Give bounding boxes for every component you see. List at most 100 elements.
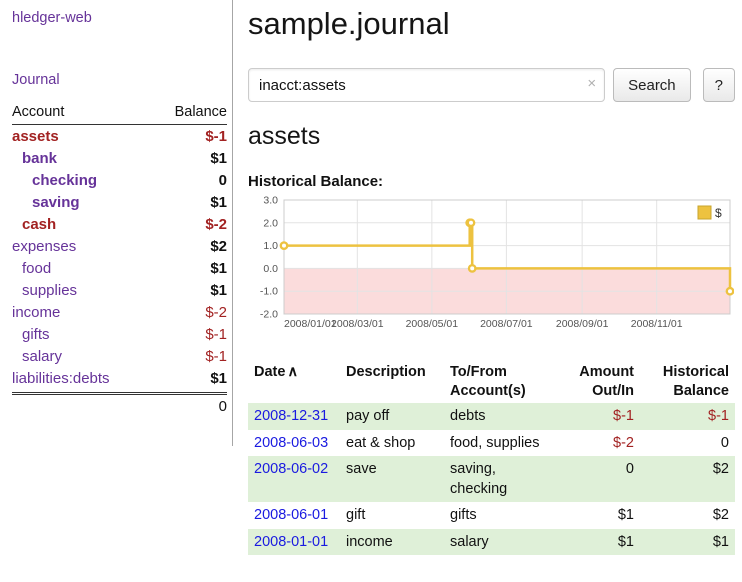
register-row: 2008-06-01giftgifts$1$2 bbox=[248, 502, 735, 528]
transaction-date-link[interactable]: 2008-01-01 bbox=[254, 534, 328, 550]
account-row: expenses$2 bbox=[12, 235, 227, 257]
account-heading: assets bbox=[248, 122, 735, 151]
svg-text:2008/09/01: 2008/09/01 bbox=[556, 318, 609, 330]
register-header-description: Description bbox=[340, 361, 444, 403]
svg-text:-2.0: -2.0 bbox=[260, 309, 278, 321]
account-link[interactable]: bank bbox=[12, 150, 210, 167]
data-point bbox=[468, 220, 474, 226]
transaction-description: income bbox=[340, 529, 444, 555]
account-balance: $1 bbox=[210, 282, 227, 299]
account-link[interactable]: income bbox=[12, 304, 205, 321]
account-balance: $-2 bbox=[205, 216, 227, 233]
account-balance: $1 bbox=[210, 194, 227, 211]
data-point bbox=[727, 288, 733, 294]
page-title: sample.journal bbox=[248, 6, 735, 42]
svg-text:0.0: 0.0 bbox=[263, 263, 278, 275]
transaction-date-link[interactable]: 2008-06-01 bbox=[254, 507, 328, 523]
accounts-total-row: 0 bbox=[12, 392, 227, 415]
register-header-amount: Amount Out/In bbox=[558, 361, 640, 403]
svg-text:2008/03/01: 2008/03/01 bbox=[331, 318, 384, 330]
transaction-date-cell: 2008-06-02 bbox=[248, 456, 340, 503]
transaction-date-cell: 2008-12-31 bbox=[248, 403, 340, 429]
transaction-accounts: food, supplies bbox=[444, 430, 558, 456]
account-link[interactable]: checking bbox=[12, 172, 219, 189]
account-row: bank$1 bbox=[12, 147, 227, 169]
svg-text:2008/05/01: 2008/05/01 bbox=[406, 318, 459, 330]
transaction-amount: $1 bbox=[558, 502, 640, 528]
transaction-accounts: salary bbox=[444, 529, 558, 555]
account-row: salary$-1 bbox=[12, 345, 227, 367]
transaction-balance: 0 bbox=[640, 430, 735, 456]
account-balance: 0 bbox=[219, 172, 227, 189]
account-link[interactable]: cash bbox=[12, 216, 205, 233]
svg-text:2008/11/01: 2008/11/01 bbox=[631, 318, 683, 330]
transaction-description: pay off bbox=[340, 403, 444, 429]
accounts-rows: assets$-1bank$1checking0saving$1cash$-2e… bbox=[12, 125, 227, 389]
y-axis-labels: 3.02.01.00.0-1.0-2.0 bbox=[260, 196, 278, 321]
transaction-date-cell: 2008-06-01 bbox=[248, 502, 340, 528]
transaction-balance: $2 bbox=[640, 456, 735, 503]
chart-legend: $ bbox=[694, 203, 728, 222]
data-point bbox=[469, 265, 475, 271]
search-form: × Search ? bbox=[248, 68, 735, 102]
account-link[interactable]: assets bbox=[12, 128, 205, 145]
account-link[interactable]: liabilities:debts bbox=[12, 370, 210, 387]
account-link[interactable]: supplies bbox=[12, 282, 210, 299]
transaction-date-link[interactable]: 2008-06-03 bbox=[254, 435, 328, 451]
x-axis-labels: 2008/01/012008/03/012008/05/012008/07/01… bbox=[284, 318, 683, 330]
account-row: food$1 bbox=[12, 257, 227, 279]
account-link[interactable]: food bbox=[12, 260, 210, 277]
transaction-accounts: saving, checking bbox=[444, 456, 558, 503]
register-row: 2008-01-01incomesalary$1$1 bbox=[248, 529, 735, 555]
transaction-date-link[interactable]: 2008-06-02 bbox=[254, 461, 328, 477]
account-balance: $2 bbox=[210, 238, 227, 255]
app-title-link[interactable]: hledger-web bbox=[12, 10, 227, 26]
account-link[interactable]: saving bbox=[12, 194, 210, 211]
transaction-amount: $1 bbox=[558, 529, 640, 555]
svg-text:3.0: 3.0 bbox=[263, 196, 278, 207]
legend-label: $ bbox=[715, 206, 722, 220]
accounts-table: Account Balance assets$-1bank$1checking0… bbox=[12, 104, 227, 415]
accounts-header-balance: Balance bbox=[175, 104, 227, 120]
main-content: sample.journal × Search ? assets Histori… bbox=[233, 0, 742, 555]
historical-balance-chart: 3.02.01.00.0-1.0-2.02008/01/012008/03/01… bbox=[248, 196, 735, 347]
search-field-wrap: × bbox=[248, 68, 605, 102]
accounts-table-header: Account Balance bbox=[12, 104, 227, 125]
account-link[interactable]: salary bbox=[12, 348, 205, 365]
clear-search-icon[interactable]: × bbox=[587, 75, 596, 92]
register-row: 2008-06-03eat & shopfood, supplies$-20 bbox=[248, 430, 735, 456]
sort-ascending-icon: ∧ bbox=[287, 364, 298, 380]
transaction-accounts: debts bbox=[444, 403, 558, 429]
account-link[interactable]: expenses bbox=[12, 238, 210, 255]
account-balance: $-2 bbox=[205, 304, 227, 321]
transaction-description: gift bbox=[340, 502, 444, 528]
register-header-date[interactable]: Date∧ bbox=[248, 361, 340, 403]
account-row: supplies$1 bbox=[12, 279, 227, 301]
svg-text:-1.0: -1.0 bbox=[260, 286, 278, 298]
account-balance: $-1 bbox=[205, 348, 227, 365]
sidebar: hledger-web Journal Account Balance asse… bbox=[0, 0, 233, 446]
account-row: checking0 bbox=[12, 169, 227, 191]
data-point bbox=[281, 242, 287, 248]
transaction-date-cell: 2008-01-01 bbox=[248, 529, 340, 555]
svg-text:1.0: 1.0 bbox=[263, 240, 278, 252]
account-balance: $-1 bbox=[205, 326, 227, 343]
transaction-date-link[interactable]: 2008-12-31 bbox=[254, 408, 328, 424]
account-row: liabilities:debts$1 bbox=[12, 367, 227, 389]
sidebar-journal-link[interactable]: Journal bbox=[12, 72, 227, 88]
search-input[interactable] bbox=[248, 68, 605, 102]
register-header-date-label: Date bbox=[254, 364, 285, 380]
transaction-amount: 0 bbox=[558, 456, 640, 503]
transaction-accounts: gifts bbox=[444, 502, 558, 528]
accounts-total-value: 0 bbox=[219, 398, 227, 415]
transaction-balance: $-1 bbox=[640, 403, 735, 429]
account-link[interactable]: gifts bbox=[12, 326, 205, 343]
register-body: 2008-12-31pay offdebts$-1$-12008-06-03ea… bbox=[248, 403, 735, 555]
help-button[interactable]: ? bbox=[703, 68, 735, 102]
transaction-amount: $-1 bbox=[558, 403, 640, 429]
search-button[interactable]: Search bbox=[613, 68, 691, 102]
register-header-balance: Historical Balance bbox=[640, 361, 735, 403]
transaction-amount: $-2 bbox=[558, 430, 640, 456]
account-balance: $-1 bbox=[205, 128, 227, 145]
account-balance: $1 bbox=[210, 260, 227, 277]
